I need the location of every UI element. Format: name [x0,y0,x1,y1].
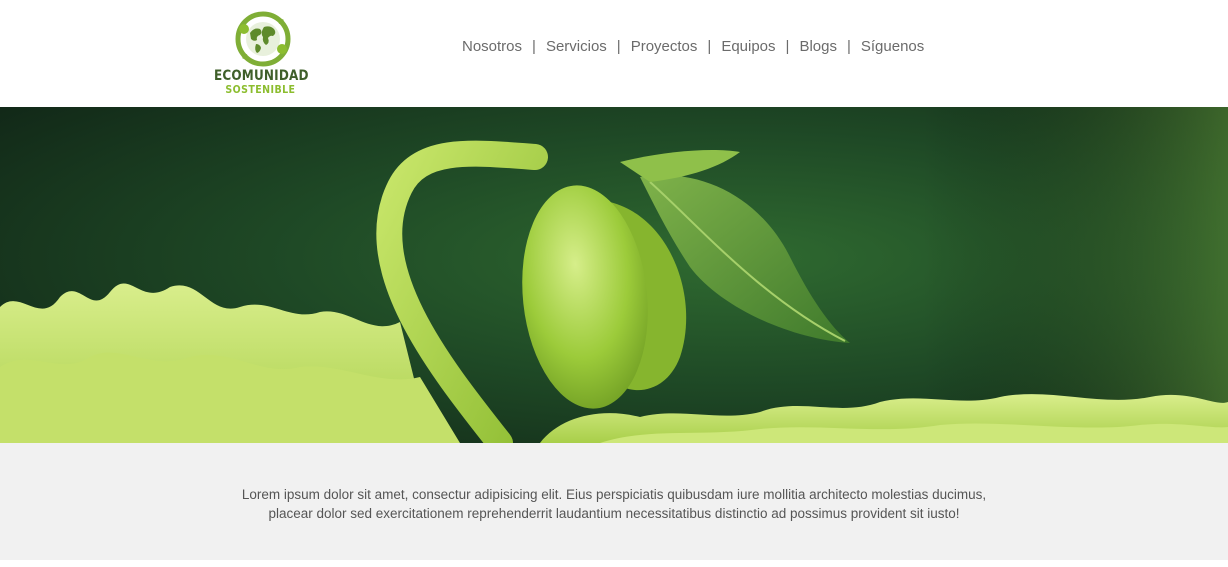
nav-link-servicios[interactable]: Servicios [540,38,613,55]
nav-link-siguenos[interactable]: Síguenos [855,38,930,55]
intro-band: Lorem ipsum dolor sit amet, consectur ad… [0,443,1228,560]
main-nav: Nosotros | Servicios | Proyectos | Equip… [456,38,930,55]
nav-separator: | [532,38,536,55]
hero-banner [0,107,1228,443]
intro-line-2: placear dolor sed exercitationem reprehe… [268,506,960,521]
globe-recycle-icon [235,11,291,67]
brand-logo[interactable]: ECOMUNIDAD SOSTENIBLE [214,11,314,99]
intro-paragraph: Lorem ipsum dolor sit amet, consectur ad… [200,485,1028,523]
nav-separator: | [785,38,790,55]
sprouting-bean-seedling-image [0,107,1228,443]
nav-separator: | [707,38,712,55]
site-header: ECOMUNIDAD SOSTENIBLE Nosotros | Servici… [0,0,1228,107]
intro-line-1: Lorem ipsum dolor sit amet, consectur ad… [241,487,987,502]
nav-link-equipos[interactable]: Equipos [715,38,781,55]
nav-link-nosotros[interactable]: Nosotros [456,38,528,55]
page-bottom-space [0,560,1228,567]
nav-separator: | [616,38,621,55]
logo-text-secondary: SOSTENIBLE [225,83,296,96]
logo-text-primary: ECOMUNIDAD [214,68,309,84]
nav-link-proyectos[interactable]: Proyectos [625,38,704,55]
nav-separator: | [846,38,851,55]
nav-link-blogs[interactable]: Blogs [793,38,843,55]
